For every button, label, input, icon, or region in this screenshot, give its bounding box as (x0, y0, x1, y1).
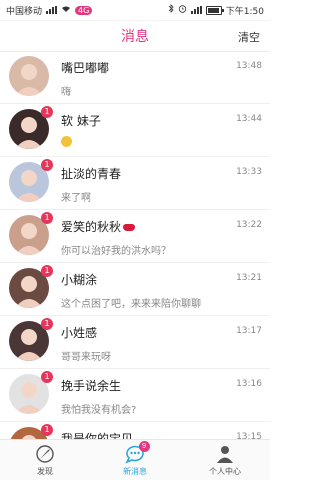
message-row[interactable]: 嘴巴嘟嘟嗨 13:48 (0, 51, 270, 104)
message-list: 嘴巴嘟嘟嗨 13:48 1 软 妹子 13:44 1 扯淡的青春来了啊 13:33 1 爱笑的秋秋… (0, 51, 270, 440)
unread-badge: 1 (41, 212, 53, 224)
message-preview: 来了啊 (61, 193, 91, 204)
tab-bar: 发现 9 新消息 个人中心 (0, 439, 270, 480)
contact-name: 嘴巴嘟嘟 (61, 59, 109, 76)
message-row[interactable]: 1 软 妹子 13:44 (0, 104, 270, 157)
contact-name: 扯淡的青春 (61, 165, 121, 182)
alarm-icon (178, 4, 187, 16)
profile-icon (217, 446, 233, 463)
contact-name: 小姓感 (61, 324, 97, 341)
tab-profile[interactable]: 个人中心 (180, 440, 270, 480)
contact-name-text: 小姓感 (61, 326, 98, 340)
unread-badge: 1 (41, 265, 53, 277)
avatar[interactable] (9, 56, 49, 96)
carrier-label: 中国移动 (6, 6, 43, 17)
clock-time: 下午1:50 (225, 6, 264, 17)
bluetooth-icon (168, 4, 174, 16)
unread-badge: 1 (41, 106, 53, 118)
message-preview: 我怕我没有机会? (61, 405, 137, 416)
tab-discover[interactable]: 发现 (0, 440, 90, 480)
message-row[interactable]: 1 小糊涂这个点困了吧，来来来陪你聊聊 13:21 (0, 263, 270, 316)
unread-badge: 1 (41, 159, 53, 171)
page-title: 消息 (121, 29, 149, 45)
contact-name: 小糊涂 (61, 271, 97, 288)
tab-badge: 9 (138, 441, 150, 452)
contact-name: 挽手说余生 (61, 377, 121, 394)
contact-name-text: 爱笑的秋秋 (61, 220, 122, 234)
unread-badge: 1 (41, 371, 53, 383)
network-badge: 4G (75, 5, 93, 15)
message-row[interactable]: 1 爱笑的秋秋你可以治好我的洪水吗？ 13:22 (0, 210, 270, 263)
message-time: 13:17 (236, 326, 262, 336)
message-time: 13:48 (236, 61, 262, 71)
message-time: 13:33 (236, 167, 262, 177)
contact-name-text: 小糊涂 (61, 273, 98, 287)
tab-label: 新消息 (123, 467, 147, 476)
message-preview: 你可以治好我的洪水吗？ (61, 246, 171, 257)
message-preview: 哥哥来玩呀 (61, 352, 111, 363)
unread-badge: 1 (41, 318, 53, 330)
contact-name-text: 扯淡的青春 (61, 167, 122, 181)
message-row[interactable]: 1 扯淡的青春来了啊 13:33 (0, 157, 270, 210)
wifi-icon (61, 5, 71, 16)
tab-label: 个人中心 (209, 467, 241, 476)
contact-name-text: 软 妹子 (61, 114, 101, 128)
contact-name: 爱笑的秋秋 (61, 218, 136, 235)
smile-emoji-icon (61, 136, 72, 147)
contact-name-text: 挽手说余生 (61, 379, 122, 393)
clear-button[interactable]: 清空 (238, 29, 260, 45)
message-time: 13:21 (236, 273, 262, 283)
lips-icon (123, 224, 136, 231)
message-preview (61, 136, 72, 148)
battery-icon (205, 5, 224, 15)
message-time: 13:16 (236, 379, 262, 389)
message-time: 13:22 (236, 220, 262, 230)
tab-messages[interactable]: 9 新消息 (90, 440, 180, 480)
tab-label: 发现 (37, 467, 53, 476)
contact-name: 软 妹子 (61, 112, 101, 129)
signal-icon (46, 6, 58, 14)
message-row[interactable]: 1 挽手说余生我怕我没有机会? 13:16 (0, 369, 270, 422)
message-preview: 嗨 (61, 87, 71, 98)
unread-badge: 1 (41, 424, 53, 436)
message-preview: 这个点困了吧，来来来陪你聊聊 (61, 299, 201, 310)
page-header: 消息 清空 (0, 21, 270, 52)
status-bar: 中国移动 4G 下午1:50 (0, 0, 270, 21)
contact-name-text: 嘴巴嘟嘟 (61, 61, 110, 75)
message-time: 13:44 (236, 114, 262, 124)
message-row[interactable]: 1 我是你的宝贝 13:15 (0, 422, 270, 440)
discover-icon (36, 445, 54, 463)
signal-icon-2 (190, 6, 202, 14)
message-row[interactable]: 1 小姓感哥哥来玩呀 13:17 (0, 316, 270, 369)
